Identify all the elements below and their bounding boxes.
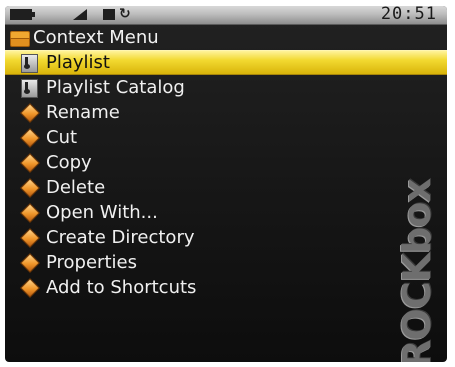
menu-item-label: Rename <box>46 101 120 123</box>
diamond-icon <box>19 227 41 248</box>
menu-item-playlist-catalog[interactable]: Playlist Catalog <box>5 75 447 100</box>
diamond-icon <box>19 202 41 223</box>
repeat-icon: ↻ <box>119 6 131 22</box>
diamond-icon <box>19 127 41 148</box>
menu-item-copy[interactable]: Copy <box>5 150 447 175</box>
battery-icon <box>10 9 35 20</box>
menu-item-properties[interactable]: Properties <box>5 250 447 275</box>
diamond-icon <box>19 152 41 173</box>
diamond-icon <box>19 252 41 273</box>
menu-item-label: Cut <box>46 126 78 148</box>
status-bar: ↻ 20:51 <box>5 6 447 25</box>
diamond-icon <box>19 102 41 123</box>
rockbox-logo: ROCKbox <box>389 179 445 362</box>
context-menu-list: Playlist Playlist Catalog Rename Cut Cop… <box>5 50 447 300</box>
menu-item-label: Add to Shortcuts <box>46 276 197 298</box>
diamond-icon <box>19 177 41 198</box>
diamond-icon <box>19 277 41 298</box>
menu-item-playlist[interactable]: Playlist <box>5 50 447 75</box>
menu-item-label: Properties <box>46 251 137 273</box>
menu-item-rename[interactable]: Rename <box>5 100 447 125</box>
page-title: Context Menu <box>33 27 159 48</box>
menu-item-open-with[interactable]: Open With... <box>5 200 447 225</box>
clock: 20:51 <box>380 6 437 24</box>
context-menu-icon <box>9 30 30 47</box>
disk-activity-icon <box>103 9 115 20</box>
menu-item-add-to-shortcuts[interactable]: Add to Shortcuts <box>5 275 447 300</box>
playlist-icon <box>19 78 41 98</box>
device-screen: ↻ 20:51 Context Menu Playlist Playlist C… <box>5 6 447 362</box>
menu-item-label: Copy <box>46 151 92 173</box>
menu-item-label: Delete <box>46 176 106 198</box>
logo-text: ROCKbox <box>395 179 439 362</box>
volume-icon <box>73 9 87 20</box>
menu-item-label: Playlist <box>46 51 110 73</box>
menu-item-label: Open With... <box>46 201 158 223</box>
menu-title-bar: Context Menu <box>9 27 159 49</box>
menu-item-delete[interactable]: Delete <box>5 175 447 200</box>
menu-item-create-directory[interactable]: Create Directory <box>5 225 447 250</box>
menu-item-label: Create Directory <box>46 226 195 248</box>
playlist-icon <box>19 53 41 73</box>
menu-item-cut[interactable]: Cut <box>5 125 447 150</box>
menu-item-label: Playlist Catalog <box>46 76 185 98</box>
